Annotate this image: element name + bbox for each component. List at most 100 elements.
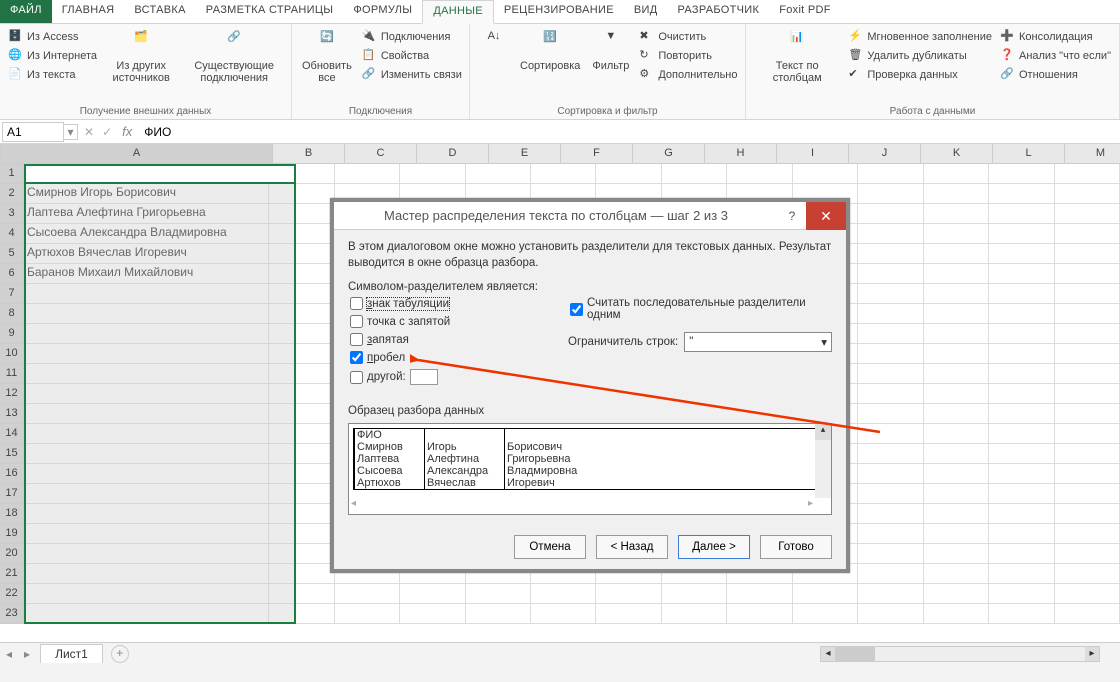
col-header-M[interactable]: M	[1065, 144, 1120, 163]
btn-existing-conn[interactable]: 🔗Существующие подключения	[183, 28, 285, 86]
btn-from-access[interactable]: 🗄️Из Access	[6, 28, 80, 46]
cell[interactable]	[24, 484, 269, 504]
cell[interactable]	[727, 164, 792, 184]
cell[interactable]	[1055, 164, 1120, 184]
cell[interactable]	[924, 504, 989, 524]
cell[interactable]	[858, 424, 923, 444]
cell[interactable]	[531, 604, 596, 624]
cell[interactable]: Артюхов Вячеслав Игоревич	[24, 244, 269, 264]
cell[interactable]	[24, 364, 269, 384]
cell[interactable]	[989, 564, 1054, 584]
cell[interactable]	[793, 584, 858, 604]
tab-review[interactable]: РЕЦЕНЗИРОВАНИЕ	[494, 0, 624, 23]
cell[interactable]	[1055, 584, 1120, 604]
cell[interactable]	[269, 544, 334, 564]
chk-space[interactable]: пробел	[348, 350, 548, 365]
cell[interactable]	[858, 204, 923, 224]
row-header-19[interactable]: 19	[0, 524, 24, 544]
other-delim-input[interactable]	[410, 369, 438, 385]
cell[interactable]	[924, 444, 989, 464]
cell[interactable]	[269, 444, 334, 464]
btn-text-to-columns[interactable]: 📊Текст по столбцам	[752, 28, 842, 86]
tab-pagelayout[interactable]: РАЗМЕТКА СТРАНИЦЫ	[196, 0, 344, 23]
cell[interactable]	[793, 604, 858, 624]
cell[interactable]	[1055, 484, 1120, 504]
preview-hscroll[interactable]: ◂▸	[349, 498, 815, 514]
cell[interactable]	[596, 604, 661, 624]
cell[interactable]	[924, 464, 989, 484]
tab-developer[interactable]: РАЗРАБОТЧИК	[667, 0, 769, 23]
tab-data[interactable]: ДАННЫЕ	[422, 0, 494, 24]
btn-relations[interactable]: 🔗Отношения	[998, 66, 1080, 84]
row-header-12[interactable]: 12	[0, 384, 24, 404]
cell[interactable]	[1055, 524, 1120, 544]
row-header-13[interactable]: 13	[0, 404, 24, 424]
text-qualifier-select[interactable]: "▾	[684, 332, 832, 352]
btn-properties[interactable]: 📋Свойства	[360, 47, 431, 65]
cell[interactable]	[269, 484, 334, 504]
cell[interactable]	[989, 604, 1054, 624]
cell[interactable]	[1055, 444, 1120, 464]
cell[interactable]	[269, 264, 334, 284]
col-header-E[interactable]: E	[489, 144, 561, 163]
cell[interactable]	[858, 524, 923, 544]
cell[interactable]	[1055, 404, 1120, 424]
cell[interactable]	[989, 264, 1054, 284]
cell[interactable]	[858, 304, 923, 324]
row-header-18[interactable]: 18	[0, 504, 24, 524]
cell[interactable]	[793, 164, 858, 184]
col-header-F[interactable]: F	[561, 144, 633, 163]
tab-insert[interactable]: ВСТАВКА	[124, 0, 195, 23]
cell[interactable]	[400, 584, 465, 604]
cell[interactable]	[924, 424, 989, 444]
cell[interactable]	[989, 244, 1054, 264]
cell[interactable]	[24, 324, 269, 344]
row-header-9[interactable]: 9	[0, 324, 24, 344]
btn-whatif[interactable]: ❓Анализ "что если"	[998, 47, 1113, 65]
btn-remove-dup[interactable]: 🗑Удалить дубликаты	[846, 47, 968, 65]
cell[interactable]	[924, 404, 989, 424]
cell[interactable]	[989, 284, 1054, 304]
btn-reapply[interactable]: ↻Повторить	[637, 47, 714, 65]
cell[interactable]	[596, 584, 661, 604]
cell[interactable]	[269, 604, 334, 624]
btn-sort[interactable]: 🔢Сортировка	[516, 28, 584, 84]
cell[interactable]: ФИО	[24, 164, 269, 184]
col-header-L[interactable]: L	[993, 144, 1065, 163]
cell[interactable]	[727, 584, 792, 604]
cell[interactable]	[1055, 384, 1120, 404]
cell[interactable]	[989, 504, 1054, 524]
cell[interactable]	[24, 284, 269, 304]
cell[interactable]	[24, 384, 269, 404]
formula-input[interactable]	[138, 123, 1120, 141]
row-header-6[interactable]: 6	[0, 264, 24, 284]
cell[interactable]	[1055, 184, 1120, 204]
cell[interactable]	[269, 244, 334, 264]
cell[interactable]	[858, 244, 923, 264]
tab-foxit[interactable]: Foxit PDF	[769, 0, 841, 23]
cell[interactable]	[24, 464, 269, 484]
cell[interactable]	[989, 364, 1054, 384]
btn-from-text[interactable]: 📄Из текста	[6, 66, 78, 84]
cell[interactable]: Сысоева Александра Владмировна	[24, 224, 269, 244]
cell[interactable]	[269, 404, 334, 424]
btn-from-web[interactable]: 🌐Из Интернета	[6, 47, 99, 65]
cell[interactable]	[924, 244, 989, 264]
cell[interactable]	[858, 184, 923, 204]
name-box[interactable]	[2, 122, 64, 142]
cell[interactable]	[989, 184, 1054, 204]
btn-connections[interactable]: 🔌Подключения	[360, 28, 453, 46]
btn-cancel[interactable]: Отмена	[514, 535, 586, 559]
cell[interactable]	[858, 564, 923, 584]
cell[interactable]	[24, 544, 269, 564]
cell[interactable]	[989, 464, 1054, 484]
chk-consecutive[interactable]: Считать последовательные разделители одн…	[568, 296, 832, 322]
cell[interactable]	[989, 544, 1054, 564]
cell[interactable]	[24, 304, 269, 324]
cell[interactable]	[1055, 364, 1120, 384]
cell[interactable]	[1055, 464, 1120, 484]
preview-vscroll[interactable]: ▴	[815, 424, 831, 498]
cell[interactable]	[924, 524, 989, 544]
btn-finish[interactable]: Готово	[760, 535, 832, 559]
tab-file[interactable]: ФАЙЛ	[0, 0, 52, 23]
